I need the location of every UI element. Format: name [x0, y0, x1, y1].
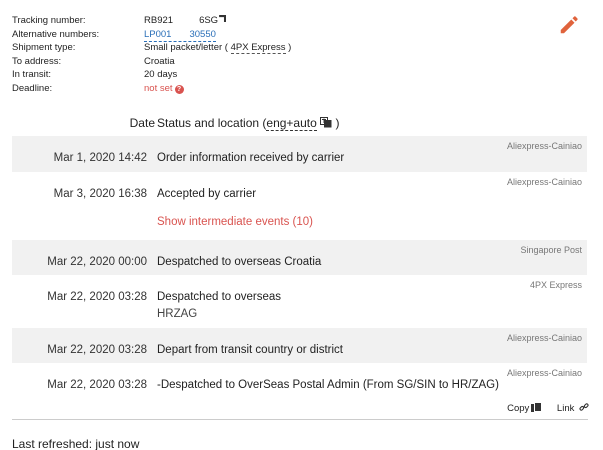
- event-date: Mar 22, 2020 03:28: [47, 379, 147, 391]
- event-source: Aliexpress-Cainiao: [506, 333, 582, 343]
- event-status: Despatched to overseas Croatia: [157, 256, 322, 268]
- event-source: Aliexpress-Cainiao: [506, 141, 582, 151]
- in-transit-label: In transit:: [12, 69, 52, 80]
- event-status: Accepted by carrier: [157, 188, 257, 200]
- event-status: -Despatched to OverSeas Postal Admin (Fr…: [157, 379, 499, 391]
- tracking-number-label: Tracking number:: [12, 15, 86, 26]
- alternative-number-start: LP001: [144, 28, 172, 40]
- link-button[interactable]: Link: [557, 402, 589, 414]
- divider: [12, 419, 588, 420]
- event-date: Mar 22, 2020 03:28: [47, 291, 147, 303]
- event-source: Singapore Post: [520, 245, 582, 255]
- shipment-type-text: Small packet/letter (: [144, 42, 228, 53]
- to-address-value: Croatia: [144, 55, 175, 67]
- redaction-mask: [171, 28, 190, 40]
- link-icon: [579, 403, 589, 411]
- show-intermediate-events-link[interactable]: Show intermediate events (10): [157, 216, 313, 228]
- to-address-row: To address: Croatia: [12, 55, 572, 69]
- event-status: Order information received by carrier: [157, 152, 345, 164]
- copy-icon: [531, 402, 543, 412]
- alternative-numbers-label: Alternative numbers:: [12, 28, 100, 40]
- status-column-header: Status and location (eng+auto ): [157, 116, 340, 131]
- event-date: Mar 22, 2020 03:28: [47, 344, 147, 356]
- event-source: Aliexpress-Cainiao: [506, 368, 582, 378]
- alternative-number-end: 30550: [189, 28, 216, 40]
- tracking-number-start: RB921: [144, 15, 174, 26]
- event-source: 4PX Express: [529, 280, 582, 290]
- table-row: Aliexpress-Cainiao Mar 1, 2020 14:42 Ord…: [12, 136, 587, 172]
- row-tools: Copy Link: [493, 402, 589, 414]
- link-label: Link: [556, 403, 575, 414]
- event-date: Mar 3, 2020 16:38: [53, 188, 147, 200]
- table-row: Singapore Post Mar 22, 2020 00:00 Despat…: [12, 240, 587, 275]
- service-link[interactable]: 4PX Express: [230, 42, 286, 54]
- redaction-mask: [173, 14, 200, 26]
- status-header-close: ): [335, 116, 340, 130]
- alternative-numbers-row: Alternative numbers: LP001 30550: [12, 28, 572, 42]
- tracking-events-table: Date Status and location (eng+auto ) Ali…: [12, 110, 587, 391]
- tracking-number-row: Tracking number: RB921 6SG: [12, 14, 572, 28]
- shipment-type-value: Small packet/letter ( 4PX Express ): [144, 41, 291, 55]
- in-transit-value: 20 days: [144, 69, 178, 80]
- alternative-number-link[interactable]: LP001 30550: [144, 28, 216, 42]
- tracking-number-value[interactable]: RB921 6SG: [144, 14, 226, 28]
- edit-pencil-icon[interactable]: [558, 14, 580, 36]
- shipment-type-label: Shipment type:: [12, 42, 76, 53]
- shipment-info: Tracking number: RB921 6SG Alternative nu…: [12, 14, 572, 95]
- table-row: 4PX Express Mar 22, 2020 03:28 Despatche…: [12, 275, 587, 328]
- deadline-value[interactable]: not set?: [144, 82, 184, 96]
- language-selector[interactable]: eng+auto: [266, 116, 317, 131]
- event-source: Aliexpress-Cainiao: [506, 177, 582, 187]
- copy-corner-icon[interactable]: [219, 15, 226, 22]
- shipment-type-close: ): [288, 42, 292, 53]
- copy-label: Copy: [507, 403, 530, 414]
- shipment-type-row: Shipment type: Small packet/letter ( 4PX…: [12, 41, 572, 55]
- table-row: Aliexpress-Cainiao Mar 22, 2020 03:28 De…: [12, 328, 587, 363]
- table-row: Aliexpress-Cainiao Mar 3, 2020 16:38 Acc…: [12, 172, 587, 208]
- help-icon[interactable]: ?: [174, 84, 184, 94]
- event-status: Depart from transit country or district: [157, 344, 343, 356]
- table-row: Aliexpress-Cainiao Mar 22, 2020 03:28 -D…: [12, 363, 587, 399]
- translate-icon[interactable]: [320, 117, 332, 128]
- tracking-number-end: 6SG: [199, 15, 219, 26]
- in-transit-row: In transit: 20 days: [12, 68, 572, 82]
- table-header: Date Status and location (eng+auto ): [12, 110, 587, 136]
- event-location: HRZAG: [157, 308, 198, 320]
- event-status: Despatched to overseas: [157, 291, 282, 303]
- event-date: Mar 1, 2020 14:42: [53, 152, 147, 164]
- event-date: Mar 22, 2020 00:00: [47, 256, 147, 268]
- deadline-text: not set: [144, 82, 173, 94]
- to-address-label: To address:: [12, 55, 62, 67]
- copy-button[interactable]: Copy: [507, 402, 543, 414]
- last-refreshed-status: Last refreshed: just now: [12, 437, 140, 450]
- deadline-row: Deadline: not set?: [12, 82, 572, 96]
- deadline-label: Deadline:: [12, 82, 53, 94]
- status-header-text: Status and location (: [157, 116, 267, 130]
- date-column-header: Date: [129, 116, 155, 130]
